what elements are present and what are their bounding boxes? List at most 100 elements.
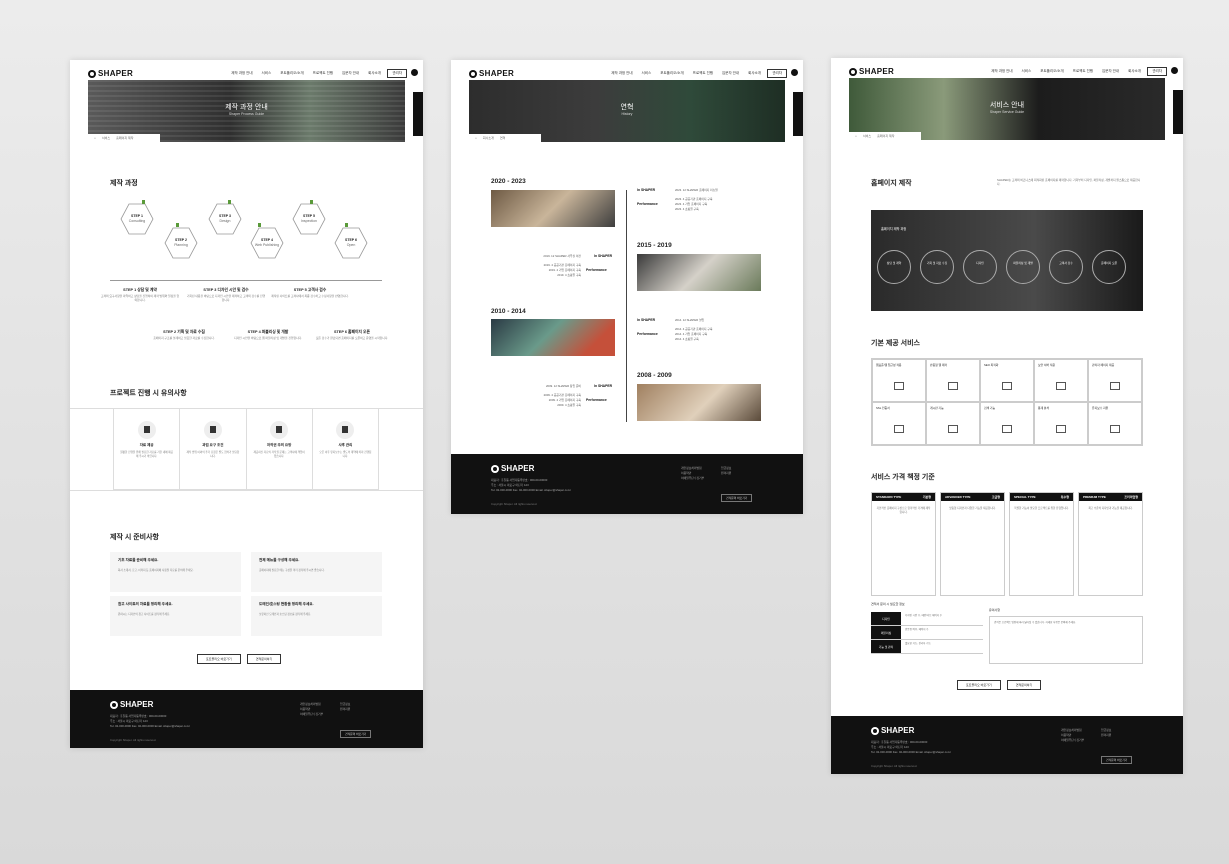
service-item: 보안 서버 적용 <box>1034 359 1088 402</box>
menu-item[interactable]: 입문자 안내 <box>342 71 359 76</box>
process-step: 홈페이지 오픈 <box>1092 250 1126 284</box>
search-icon[interactable] <box>791 69 798 76</box>
step-hex: STEP 5 Inspection <box>292 202 326 236</box>
service-grid: 웹표준/웹 접근성 적용 반응형 웹 제작 SEO 최적화 보안 서버 적용 관… <box>871 358 1143 446</box>
step-description: STEP 3 디자인 시안 및 검수 기획된 내용을 바탕으로 디자인 시안을 제… <box>186 288 266 302</box>
caution-card: 사후 관리 오픈 이후 유지보수는 별도의 계약에 따라 진행됩니다. <box>313 409 378 489</box>
quick-menu-tab[interactable] <box>413 92 423 136</box>
breadcrumb-item[interactable]: 홈페이지 제작 <box>116 136 133 140</box>
main-menu: 제작 과정 안내 서비스 포트폴리오/소개 프로젝트 진행 입문자 안내 회사소… <box>231 71 381 76</box>
step-number: STEP 6 <box>345 238 357 242</box>
service-item: 반응형 웹 제작 <box>926 359 980 402</box>
history-rows: 2019. 12 SHAPER 사무실 이전 2019. 4 공공기관 홈페이지 … <box>543 254 581 277</box>
breadcrumb-item[interactable]: 서비스 <box>102 136 110 140</box>
footer-quote-button[interactable]: 견적문의 바로가기 <box>1101 756 1133 764</box>
price-card: ADVANCED TYPE 고급형 맞춤형 디자인과 다양한 기능을 제공합니다. <box>940 492 1005 596</box>
step-description: STEP 5 고객사 검수 제작된 사이트를 고객사에서 최종 검수하고 수정사항… <box>271 288 349 298</box>
quick-menu-tab[interactable] <box>1173 90 1183 134</box>
section-text: SHAPER는 고객의 비즈니스에 최적화된 홈페이지를 제작합니다. 기획부터… <box>997 178 1141 186</box>
price-card: SPECIAL TYPE 특수형 특별한 기능이 필요한 프로젝트를 위한 유형입니… <box>1009 492 1074 596</box>
step-name: Open <box>346 243 356 247</box>
search-icon[interactable] <box>1171 67 1178 74</box>
process-step: 디자인 <box>963 250 997 284</box>
breadcrumb: ⌂ 서비스 홈페이지 제작 <box>88 134 160 142</box>
checklist-icon <box>203 421 222 439</box>
logo[interactable]: SHAPER <box>849 67 894 76</box>
price-card: PREMIUM TYPE 프리미엄형 최고 수준의 디자인과 기능을 제공합니다. <box>1078 492 1143 596</box>
quote-button[interactable]: 견적문의하기 <box>246 654 282 664</box>
quick-menu-tab[interactable] <box>793 92 803 136</box>
quote-button[interactable]: 견적문의하기 <box>1006 680 1042 690</box>
prep-card: 참고 사이트의 자료를 정리해 주세요. 원하시는 디자인의 참고 사이트를 정리… <box>110 596 241 636</box>
portfolio-button[interactable]: 포트폴리오 바로가기 <box>197 654 241 664</box>
section-title: 제작 과정 <box>110 180 138 187</box>
footer: SHAPER 대표자 : 홍길동 사업자등록번호 : 000-00-00000 주… <box>831 716 1183 774</box>
step-number: STEP 1 <box>131 214 143 218</box>
period-title: 2010 - 2014 <box>491 308 526 315</box>
menu-item[interactable]: 포트폴리오/소개 <box>280 71 304 76</box>
footer: SHAPER 대표자 : 홍길동 사업자등록번호 : 000-00-00000 주… <box>70 690 423 748</box>
step-description: STEP 4 퍼블리싱 및 개발 디자인 시안을 바탕으로 웹 퍼블리싱 및 개발… <box>234 330 302 340</box>
service-item: 게시판 기능 <box>926 402 980 445</box>
step-hex: STEP 6 Open <box>334 226 368 260</box>
menu-item[interactable]: 회사소개 <box>368 71 381 76</box>
service-item: 검색 기능 <box>980 402 1034 445</box>
footer-links: 개인정보처리방침 이용약관 이메일무단수집거부 <box>681 466 705 480</box>
footer-links-2: 입금정보 원격지원 <box>340 702 351 711</box>
hero-banner: 제작 과정 안내 Shaper Process Guide <box>88 80 405 142</box>
footer-info: 대표자 : 홍길동 사업자등록번호 : 000-00-00000 주소 : 서울시… <box>110 714 190 728</box>
footer-quote-button[interactable]: 견적문의 바로가기 <box>340 730 372 738</box>
step-hex: STEP 2 Planning <box>164 226 198 260</box>
step-marker <box>345 223 348 227</box>
copyright-icon <box>270 421 289 439</box>
process-step: 고객사 검수 <box>1049 250 1083 284</box>
menu-item[interactable]: 제작 과정 안내 <box>231 71 252 76</box>
home-icon[interactable]: ⌂ <box>475 136 477 140</box>
breadcrumb: ⌂ 서비스 홈페이지 제작 <box>849 132 921 140</box>
step-description: STEP 2 기획 및 자료 수집 홈페이지 구조를 설계하고 필요한 자료를 수… <box>153 330 215 340</box>
footer-quote-button[interactable]: 견적문의 바로가기 <box>721 494 753 502</box>
step-hex: STEP 4 Web Publishing <box>250 226 284 260</box>
caution-cards: 자료 제공 원활한 진행을 위해 필요한 자료를 기한 내에 제공해 주시기 바랍… <box>113 408 379 490</box>
step-name: Inspection <box>301 219 317 223</box>
hero-subtitle: Shaper Process Guide <box>228 112 265 116</box>
step-number: STEP 2 <box>175 238 187 242</box>
menu-item[interactable]: 서비스 <box>262 71 272 76</box>
portfolio-button[interactable]: 포트폴리오 바로가기 <box>957 680 1001 690</box>
footer-links-2: 입금정보 원격지원 <box>721 466 732 475</box>
step-hex: STEP 1 Consulting <box>120 202 154 236</box>
service-item: 관리자 페이지 제공 <box>1088 359 1142 402</box>
service-item: SSL 인증서 <box>872 402 926 445</box>
footer-links-2: 입금정보 원격지원 <box>1101 728 1112 737</box>
search-icon[interactable] <box>411 69 418 76</box>
process-step: 상담 및 계약 <box>877 250 911 284</box>
footer-links: 개인정보처리방침 이용약관 이메일무단수집거부 <box>1061 728 1085 742</box>
hero-banner: 서비스 안내 Shaper Service Guide <box>849 78 1165 140</box>
timeline-axis <box>626 190 627 422</box>
hero-title: 서비스 안내 <box>989 102 1025 109</box>
step-marker <box>258 223 261 227</box>
login-button[interactable]: 관리자 <box>387 69 407 78</box>
service-item: 웹표준/웹 접근성 적용 <box>872 359 926 402</box>
period-photo <box>637 384 761 421</box>
main-menu: 제작 과정 안내 서비스 포트폴리오/소개 프로젝트 진행 입문자 안내 회사소개 <box>991 69 1141 73</box>
period-title: 2020 - 2023 <box>491 178 526 185</box>
step-name: Web Publishing <box>254 243 280 247</box>
support-icon <box>336 421 355 439</box>
timeline-line <box>110 280 382 281</box>
menu-item[interactable]: 프로젝트 진행 <box>313 71 333 76</box>
logo[interactable]: SHAPER <box>469 69 514 78</box>
prep-card: 기초 자료를 준비해 주세요. 회사 소개서, 로고, 이미지 등 홈페이지에 사… <box>110 552 241 592</box>
login-button[interactable]: 관리자 <box>1147 67 1167 76</box>
step-marker <box>142 200 145 204</box>
page-service-guide: SHAPER 제작 과정 안내 서비스 포트폴리오/소개 프로젝트 진행 입문자 안내 회… <box>831 58 1183 774</box>
home-icon[interactable]: ⌂ <box>855 134 857 138</box>
step-hex: STEP 3 Design <box>208 202 242 236</box>
logo[interactable]: SHAPER <box>88 69 133 78</box>
login-button[interactable]: 관리자 <box>767 69 787 78</box>
page-history: SHAPER 제작 과정 안내 서비스 포트폴리오/소개 프로젝트 진행 입문자 안내 회… <box>451 60 803 514</box>
history-rows: 2014. 12 SHAPER 설립 2014. 4 공공기관 홈페이지 구축 20… <box>675 318 713 341</box>
step-name: Consulting <box>128 219 146 223</box>
home-icon[interactable]: ⌂ <box>94 136 96 140</box>
step-description: STEP 6 홈페이지 오픈 모든 검수가 완료되면 홈페이지를 오픈하고 운영을… <box>315 330 389 340</box>
